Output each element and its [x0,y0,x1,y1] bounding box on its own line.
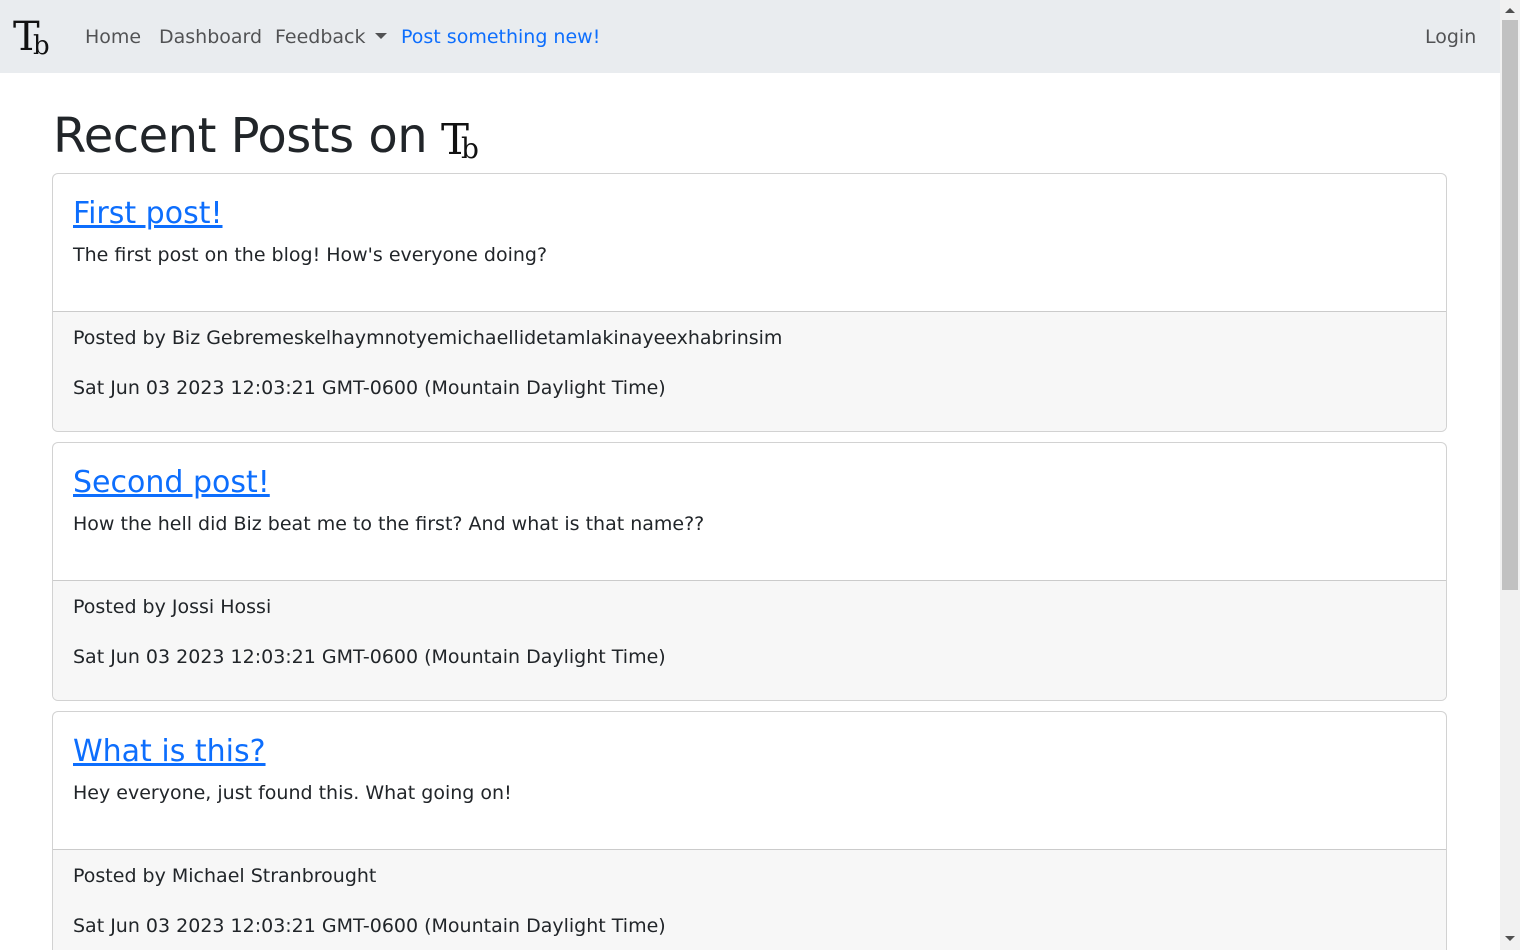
post-card-footer: Posted by Michael Stranbrought Sat Jun 0… [53,849,1446,950]
nav-feedback-dropdown[interactable]: Feedback [275,24,388,50]
post-card: Second post! How the hell did Biz beat m… [52,442,1447,701]
nav-new-post-link[interactable]: Post something new! [401,24,600,50]
post-author: Posted by Biz Gebremeskelhaymnotyemichae… [73,327,783,349]
post-date: Sat Jun 03 2023 12:03:21 GMT-0600 (Mount… [73,646,666,668]
scroll-down-arrow-icon[interactable] [1505,936,1515,941]
post-title-link[interactable]: What is this? [73,730,266,774]
nav-home-link[interactable]: Home [85,24,141,50]
post-card-footer: Posted by Biz Gebremeskelhaymnotyemichae… [53,311,1446,431]
post-card-body: First post! The first post on the blog! … [53,174,1446,311]
svg-text:b: b [461,132,478,162]
post-card-body: Second post! How the hell did Biz beat m… [53,443,1446,580]
nav-dashboard-link[interactable]: Dashboard [159,24,262,50]
vertical-scrollbar[interactable] [1500,0,1520,950]
tb-logo-icon: T b [441,116,479,162]
page-title: Recent Posts on T b [53,104,487,168]
post-author: Posted by Jossi Hossi [73,596,272,618]
post-card: What is this? Hey everyone, just found t… [52,711,1447,950]
scroll-up-arrow-icon[interactable] [1505,8,1515,13]
top-navbar: T b Home Dashboard Feedback Post somethi… [0,0,1500,73]
login-link[interactable]: Login [1425,24,1476,50]
svg-text:b: b [33,31,50,58]
post-card-body: What is this? Hey everyone, just found t… [53,712,1446,849]
scrollbar-thumb[interactable] [1502,20,1518,590]
post-card: First post! The first post on the blog! … [52,173,1447,432]
post-card-footer: Posted by Jossi Hossi Sat Jun 03 2023 12… [53,580,1446,700]
tb-logo-icon[interactable]: T b [13,14,57,58]
post-author: Posted by Michael Stranbrought [73,865,377,887]
chevron-down-icon [375,33,388,39]
post-date: Sat Jun 03 2023 12:03:21 GMT-0600 (Mount… [73,377,666,399]
post-body-text: Hey everyone, just found this. What goin… [73,782,512,804]
post-body-text: How the hell did Biz beat me to the firs… [73,513,705,535]
page-title-text: Recent Posts on [53,108,428,164]
post-title-link[interactable]: Second post! [73,461,270,505]
post-title-link[interactable]: First post! [73,192,223,236]
nav-feedback-label: Feedback [275,26,366,48]
post-date: Sat Jun 03 2023 12:03:21 GMT-0600 (Mount… [73,915,666,937]
post-body-text: The first post on the blog! How's everyo… [73,244,548,266]
